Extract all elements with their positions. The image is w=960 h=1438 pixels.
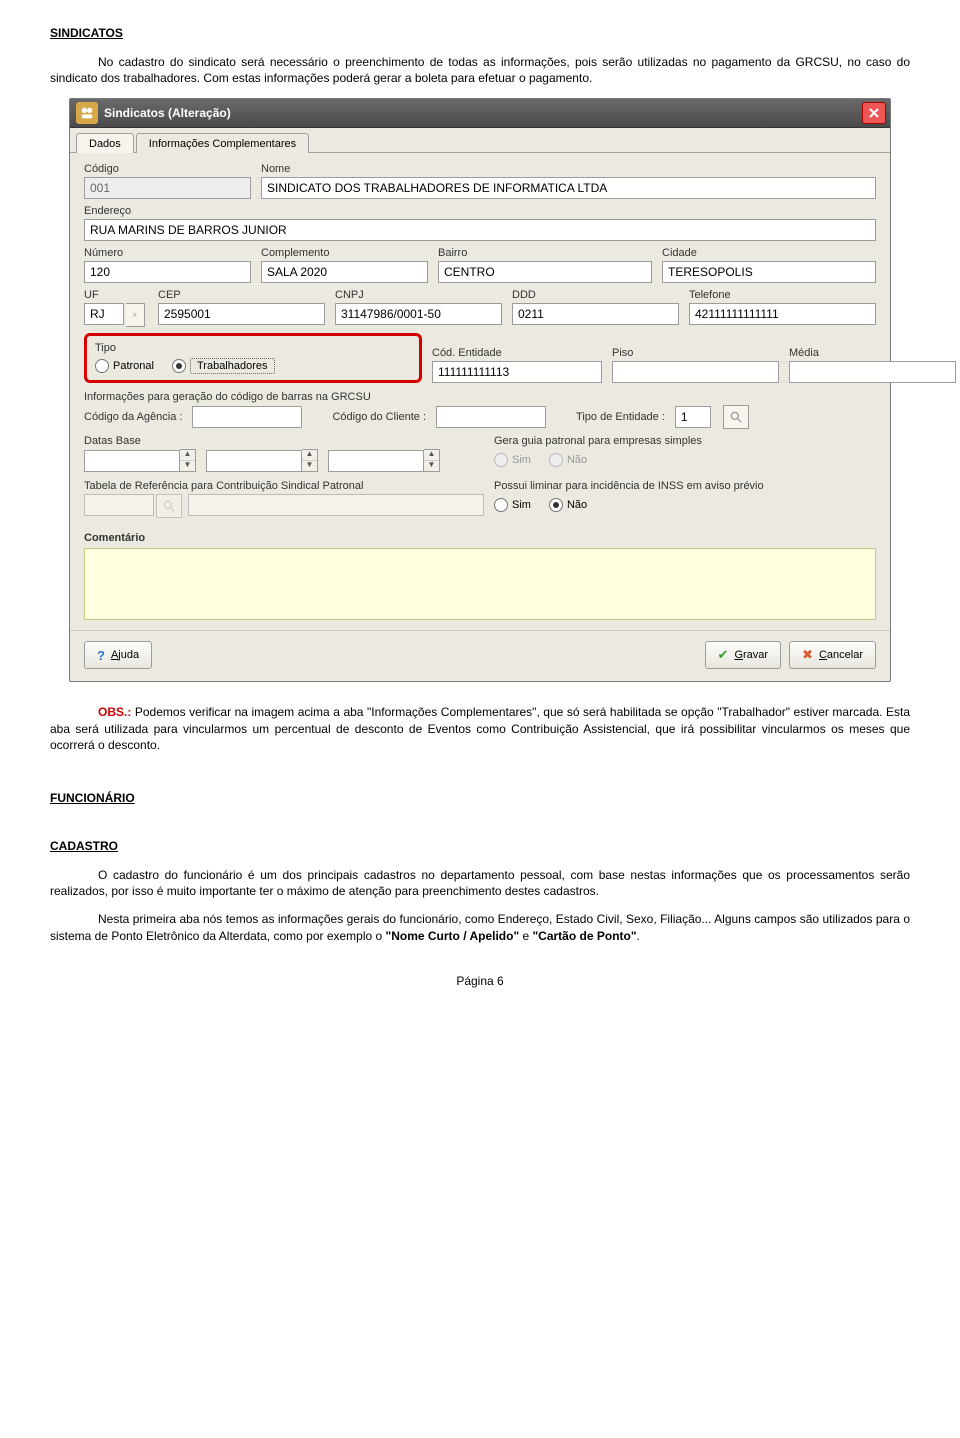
cep-field[interactable] xyxy=(158,303,325,325)
dialog-sindicatos: Sindicatos (Alteração) Dados Informações… xyxy=(69,98,891,682)
label-piso: Piso xyxy=(612,347,779,359)
label-cep: CEP xyxy=(158,289,325,301)
heading-sindicatos: SINDICATOS xyxy=(50,26,910,40)
paragraph-obs: OBS.: Podemos verificar na imagem acima … xyxy=(50,704,910,753)
label-liminar: Possui liminar para incidência de INSS e… xyxy=(494,480,876,492)
radio-gera-guia-sim: Sim xyxy=(494,453,531,467)
tabela-ref-code xyxy=(84,494,154,516)
gravar-button[interactable]: ✔ Gravar xyxy=(705,641,782,669)
label-comentario: Comentário xyxy=(84,532,876,544)
media-field[interactable] xyxy=(789,361,956,383)
label-datas-base: Datas Base xyxy=(84,435,484,447)
cod-agencia-field[interactable] xyxy=(192,406,302,428)
radio-patronal[interactable]: Patronal xyxy=(95,359,154,373)
cidade-field[interactable] xyxy=(662,261,876,283)
label-codigo: Código xyxy=(84,163,251,175)
cod-cliente-field[interactable] xyxy=(436,406,546,428)
complemento-field[interactable] xyxy=(261,261,428,283)
radio-liminar-nao[interactable]: Não xyxy=(549,498,587,512)
endereco-field[interactable] xyxy=(84,219,876,241)
label-info-grcsu: Informações para geração do código de ba… xyxy=(84,391,876,403)
radio-trabalhadores-label: Trabalhadores xyxy=(190,358,275,374)
label-tipo-entidade: Tipo de Entidade : xyxy=(576,411,665,423)
cod-entidade-field[interactable] xyxy=(432,361,602,383)
label-media: Média xyxy=(789,347,956,359)
label-tabela-ref: Tabela de Referência para Contribuição S… xyxy=(84,480,484,492)
radio-patronal-label: Patronal xyxy=(113,360,154,372)
label-cnpj: CNPJ xyxy=(335,289,502,301)
titlebar-text: Sindicatos (Alteração) xyxy=(104,106,862,120)
uf-field[interactable] xyxy=(84,303,124,325)
heading-funcionario: FUNCIONÁRIO xyxy=(50,791,910,805)
piso-field[interactable] xyxy=(612,361,779,383)
tipo-entidade-lookup-button[interactable] xyxy=(723,405,749,429)
cancel-icon: ✖ xyxy=(802,647,813,663)
tabela-ref-lookup-button xyxy=(156,494,182,518)
app-icon xyxy=(76,102,98,124)
label-nome: Nome xyxy=(261,163,876,175)
paragraph: Nesta primeira aba nós temos as informaç… xyxy=(50,911,910,943)
obs-prefix: OBS.: xyxy=(98,705,131,719)
uf-lookup-button[interactable]: ⌕ xyxy=(126,303,145,327)
paragraph: No cadastro do sindicato será necessário… xyxy=(50,54,910,86)
tipo-group-highlight: Tipo Patronal Trabalhadores xyxy=(84,333,422,383)
label-tipo: Tipo xyxy=(95,342,116,354)
label-numero: Número xyxy=(84,247,251,259)
label-bairro: Bairro xyxy=(438,247,652,259)
nome-field[interactable] xyxy=(261,177,876,199)
gravar-label: ravar xyxy=(743,649,768,661)
label-gera-guia: Gera guia patronal para empresas simples xyxy=(494,435,876,447)
radio-trabalhadores[interactable]: Trabalhadores xyxy=(172,358,275,374)
codigo-field xyxy=(84,177,251,199)
label-cidade: Cidade xyxy=(662,247,876,259)
telefone-field[interactable] xyxy=(689,303,876,325)
numero-field[interactable] xyxy=(84,261,251,283)
tab-dados[interactable]: Dados xyxy=(76,133,134,153)
titlebar: Sindicatos (Alteração) xyxy=(70,99,890,128)
ajuda-button[interactable]: ? Ajuda xyxy=(84,641,152,669)
heading-cadastro: CADASTRO xyxy=(50,839,910,853)
check-icon: ✔ xyxy=(718,647,729,663)
cancelar-label: ancelar xyxy=(827,649,863,661)
tipo-entidade-field[interactable] xyxy=(675,406,711,428)
radio-gera-guia-nao: Não xyxy=(549,453,587,467)
bairro-field[interactable] xyxy=(438,261,652,283)
obs-text: Podemos verificar na imagem acima a aba … xyxy=(50,705,910,751)
close-button[interactable] xyxy=(862,102,886,124)
label-cod-agencia: Código da Agência : xyxy=(84,411,182,423)
datas-base-spinner-2[interactable]: ▲▼ xyxy=(206,449,318,472)
comentario-area[interactable] xyxy=(84,548,876,620)
page-footer: Página 6 xyxy=(50,974,910,988)
label-complemento: Complemento xyxy=(261,247,428,259)
ajuda-label: juda xyxy=(118,649,139,661)
ddd-field[interactable] xyxy=(512,303,679,325)
tabela-ref-desc xyxy=(188,494,484,516)
label-uf: UF xyxy=(84,289,148,301)
label-cod-cliente: Código do Cliente : xyxy=(332,411,426,423)
label-ddd: DDD xyxy=(512,289,679,301)
datas-base-spinner-1[interactable]: ▲▼ xyxy=(84,449,196,472)
cnpj-field[interactable] xyxy=(335,303,502,325)
label-telefone: Telefone xyxy=(689,289,876,301)
label-cod-entidade: Cód. Entidade xyxy=(432,347,602,359)
cancelar-button[interactable]: ✖ Cancelar xyxy=(789,641,876,669)
help-icon: ? xyxy=(97,648,105,663)
tab-informacoes-complementares[interactable]: Informações Complementares xyxy=(136,133,309,153)
label-endereco: Endereço xyxy=(84,205,876,217)
tab-strip: Dados Informações Complementares xyxy=(70,128,890,153)
paragraph: O cadastro do funcionário é um dos princ… xyxy=(50,867,910,899)
datas-base-spinner-3[interactable]: ▲▼ xyxy=(328,449,440,472)
radio-liminar-sim[interactable]: Sim xyxy=(494,498,531,512)
